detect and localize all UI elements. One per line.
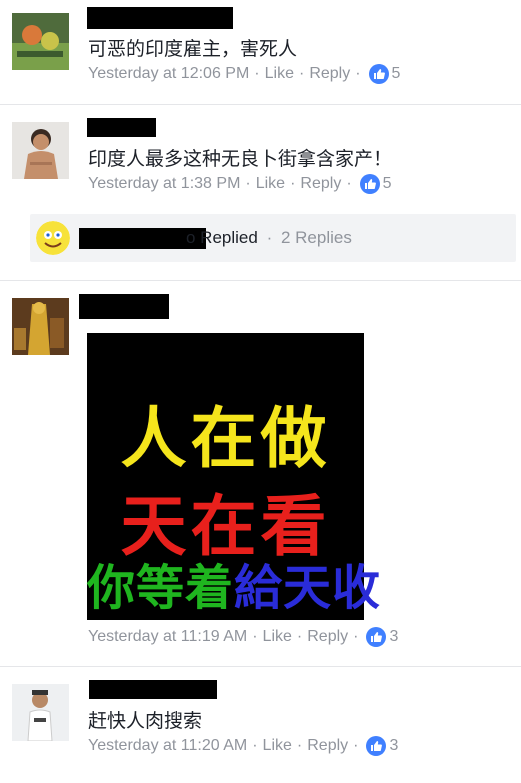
comment-meta: Yesterday at 1:38 PM · Like · Reply · 5 (88, 174, 392, 194)
comment-timestamp[interactable]: Yesterday at 1:38 PM (88, 175, 240, 193)
comment-text: 可恶的印度雇主，害死人 (88, 38, 298, 60)
thumbs-up-icon[interactable] (368, 64, 389, 84)
replied-label[interactable]: o Replied (186, 228, 258, 247)
reply-link[interactable]: Reply (307, 737, 348, 755)
separator-dot: · (296, 737, 303, 754)
commenter-avatar[interactable] (12, 684, 69, 741)
separator-dot: · (266, 228, 273, 247)
poster-line-3-blue: 給天收 (234, 560, 382, 616)
commenter-avatar[interactable] (12, 122, 69, 179)
commenter-avatar[interactable] (12, 13, 69, 70)
comment-timestamp[interactable]: Yesterday at 11:19 AM (88, 628, 247, 646)
reply-link[interactable]: Reply (300, 175, 341, 193)
separator-dot: · (353, 628, 359, 645)
comment-meta: Yesterday at 11:20 AM · Like · Reply · 3 (88, 736, 398, 756)
like-link[interactable]: Like (265, 65, 294, 83)
separator-dot: · (355, 65, 361, 82)
comment-text: 赶快人肉搜索 (88, 710, 203, 732)
comment-timestamp[interactable]: Yesterday at 11:20 AM (88, 737, 247, 755)
thumbs-up-icon[interactable] (359, 174, 380, 194)
replies-thread[interactable]: o Replied · 2 Replies (30, 214, 516, 262)
comment-meta: Yesterday at 12:06 PM · Like · Reply · 5 (88, 64, 400, 84)
separator-dot: · (346, 175, 352, 192)
reply-count[interactable]: 2 Replies (281, 228, 352, 247)
poster-line-1: 人在做 (120, 399, 331, 477)
redacted-name (87, 118, 156, 137)
thumbs-up-icon[interactable] (366, 627, 387, 647)
separator-dot: · (290, 175, 296, 192)
reply-link[interactable]: Reply (309, 65, 350, 83)
comment-meta: Yesterday at 11:19 AM · Like · Reply · 3 (88, 627, 398, 647)
separator-dot: · (353, 737, 359, 754)
redacted-name (87, 7, 233, 29)
like-count[interactable]: 5 (392, 65, 401, 83)
commenter-avatar[interactable] (12, 298, 69, 355)
like-count[interactable]: 3 (389, 737, 398, 755)
like-link[interactable]: Like (263, 628, 292, 646)
separator-dot: · (298, 65, 305, 82)
reply-link[interactable]: Reply (307, 628, 348, 646)
redacted-name (89, 680, 217, 699)
reply-avatar (36, 221, 70, 255)
divider (0, 104, 521, 105)
like-count[interactable]: 3 (389, 628, 398, 646)
poster-line-3-green: 你等着 (87, 560, 235, 616)
divider (0, 666, 521, 667)
comment-text: 印度人最多这种无良卜街拿含家产！ (88, 148, 393, 170)
like-link[interactable]: Like (256, 175, 285, 193)
redacted-name (79, 294, 169, 319)
separator-dot: · (254, 65, 260, 82)
separator-dot: · (245, 175, 251, 192)
divider (0, 280, 521, 281)
separator-dot: · (252, 737, 258, 754)
thumbs-up-icon[interactable] (366, 736, 387, 756)
separator-dot: · (296, 628, 303, 645)
comment-image[interactable]: 人在做 天在看 你等着給天收 (87, 333, 380, 620)
separator-dot: · (252, 628, 258, 645)
comment-timestamp[interactable]: Yesterday at 12:06 PM (88, 65, 249, 83)
like-count[interactable]: 5 (383, 175, 392, 193)
like-link[interactable]: Like (263, 737, 292, 755)
